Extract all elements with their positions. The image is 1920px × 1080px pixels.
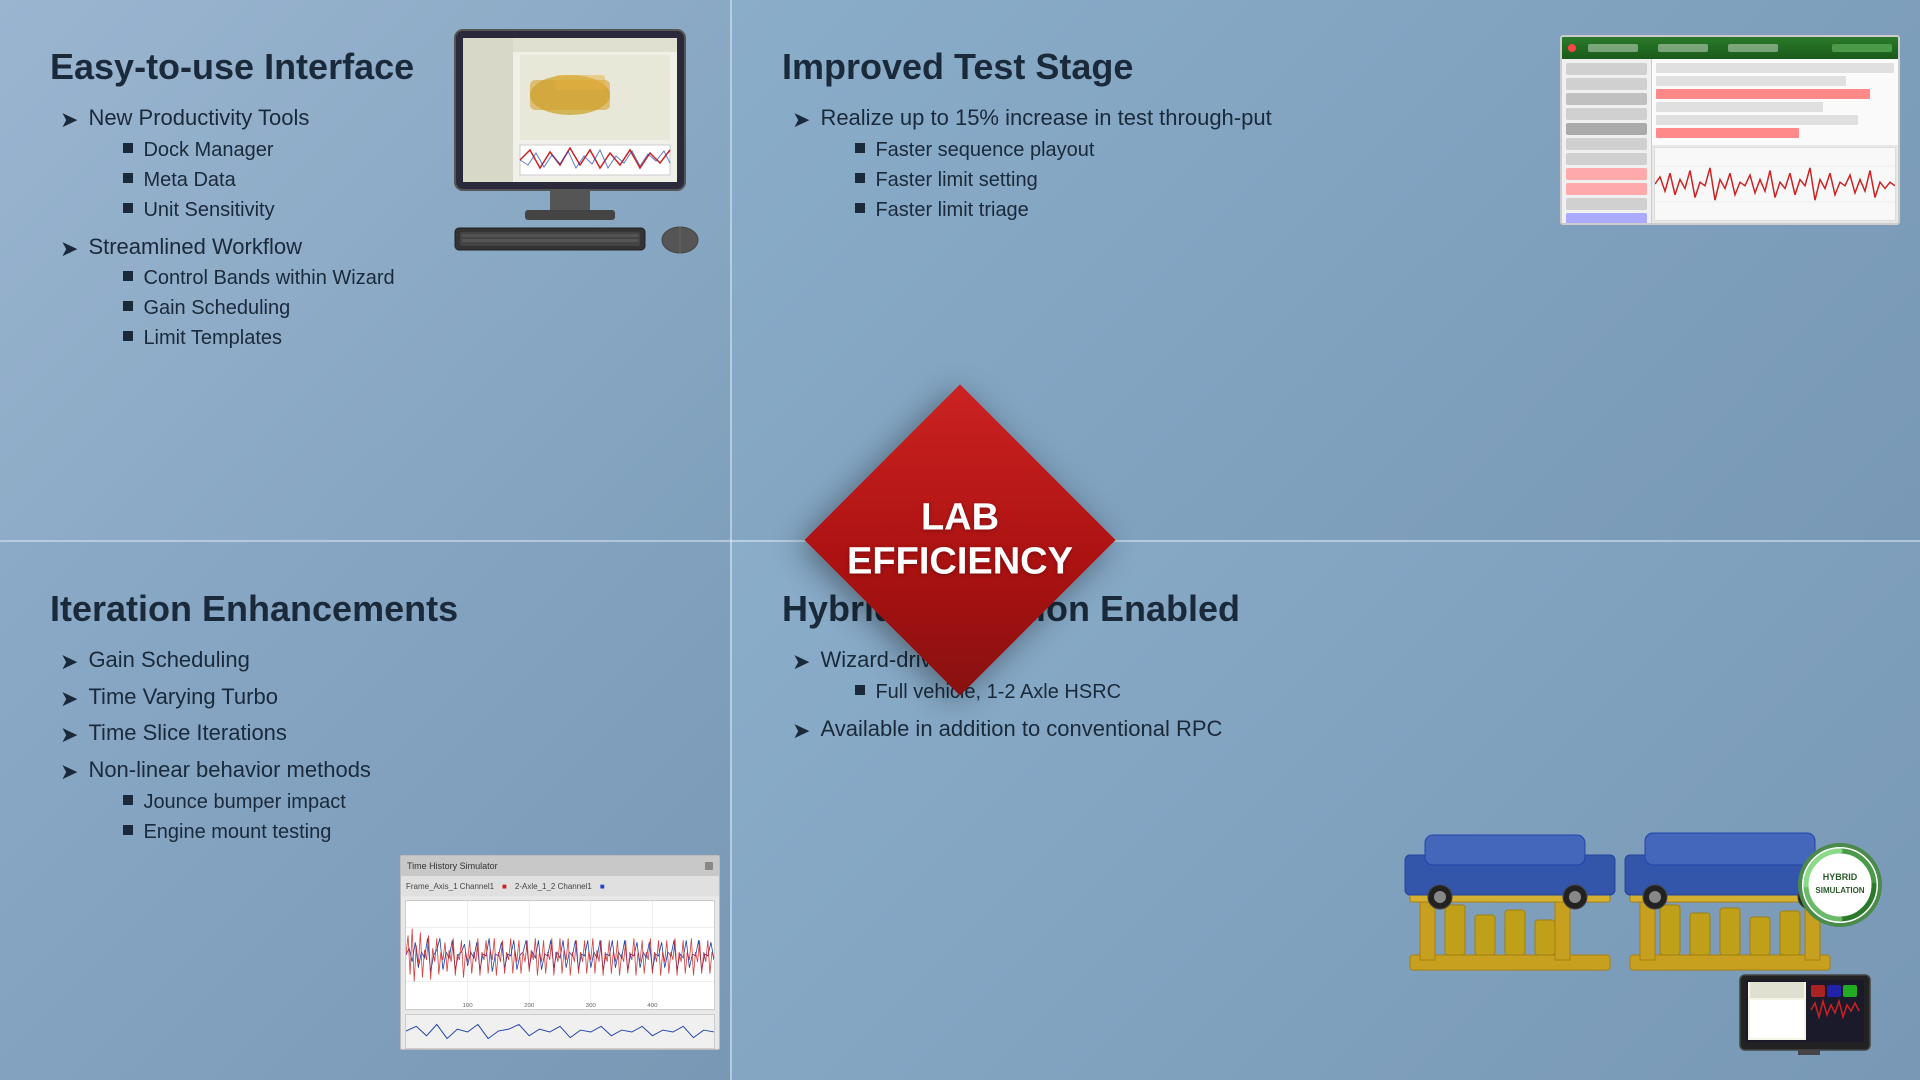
engine-mount-item: Engine mount testing (123, 819, 371, 845)
easy-to-use-interface-section: Easy-to-use Interface ➤ New Productivity… (0, 0, 730, 540)
bullet-icon (123, 301, 133, 311)
hybrid-equipment-svg: HYBRID SIMULATION (1390, 805, 1890, 1055)
diamond-text: LAB EFFICIENCY (847, 496, 1073, 583)
unit-sensitivity-item: Unit Sensitivity (123, 197, 309, 223)
dock-manager-item: Dock Manager (123, 137, 309, 163)
time-varying-item: ➤ Time Varying Turbo (60, 683, 680, 714)
limit-setting-label: Faster limit setting (875, 167, 1037, 193)
chart-small (405, 1014, 715, 1049)
diamond-shape: LAB EFFICIENCY (804, 384, 1115, 695)
bullet-icon (123, 143, 133, 153)
dock-manager-label: Dock Manager (143, 137, 273, 163)
arrow-icon-1: ➤ (60, 106, 78, 135)
svg-text:SIMULATION: SIMULATION (1815, 886, 1864, 895)
full-vehicle-item: Full vehicle, 1-2 Axle HSRC (855, 679, 1121, 705)
jounce-label: Jounce bumper impact (143, 789, 345, 815)
full-vehicle-label: Full vehicle, 1-2 Axle HSRC (875, 679, 1121, 705)
software-screenshot (1560, 35, 1900, 225)
meta-data-item: Meta Data (123, 167, 309, 193)
chart-body: 100 200 300 400 (405, 900, 715, 1010)
arrow-icon-9: ➤ (792, 717, 810, 746)
test-throughput-label: Realize up to 15% increase in test throu… (820, 105, 1271, 130)
limit-triage-item: Faster limit triage (855, 197, 1271, 223)
workflow-sub-list: Control Bands within Wizard Gain Schedul… (123, 265, 394, 351)
nonlinear-item: ➤ Non-linear behavior methods Jounce bum… (60, 756, 680, 849)
time-varying-label: Time Varying Turbo (88, 683, 278, 712)
screenshot-header (1562, 37, 1898, 59)
chart-panel: Time History Simulator Frame_Axis_1 Chan… (400, 855, 720, 1050)
bullet-icon (855, 685, 865, 695)
iteration-list: ➤ Gain Scheduling ➤ Time Varying Turbo ➤… (60, 646, 680, 848)
arrow-icon-8: ➤ (792, 648, 810, 677)
bullet-icon (123, 173, 133, 183)
chart-header: Time History Simulator (401, 856, 719, 876)
sequence-playout-label: Faster sequence playout (875, 137, 1094, 163)
bullet-icon (123, 271, 133, 281)
productivity-tools-label: New Productivity Tools (88, 105, 309, 130)
bullet-icon (123, 331, 133, 341)
screenshot-body (1562, 59, 1898, 223)
engine-mount-label: Engine mount testing (143, 819, 331, 845)
iteration-enhancements-section: Iteration Enhancements ➤ Gain Scheduling… (0, 542, 730, 1080)
screenshot-main (1652, 59, 1898, 145)
svg-text:HYBRID: HYBRID (1823, 872, 1858, 882)
gain-scheduling-label: Gain Scheduling (143, 295, 290, 321)
jounce-item: Jounce bumper impact (123, 789, 371, 815)
svg-text:400: 400 (647, 1003, 658, 1009)
arrow-icon-7: ➤ (60, 758, 78, 787)
time-slice-label: Time Slice Iterations (88, 719, 286, 748)
test-sub-list: Faster sequence playout Faster limit set… (855, 137, 1271, 223)
unit-sensitivity-label: Unit Sensitivity (143, 197, 274, 223)
bullet-icon (123, 795, 133, 805)
available-addition-item: ➤ Available in addition to conventional … (792, 715, 1870, 746)
limit-templates-item: Limit Templates (123, 325, 394, 351)
gain-scheduling-l1-item: ➤ Gain Scheduling (60, 646, 680, 677)
meta-data-label: Meta Data (143, 167, 235, 193)
lab-efficiency-diamond: LAB EFFICIENCY (820, 400, 1100, 680)
limit-templates-label: Limit Templates (143, 325, 282, 351)
svg-text:300: 300 (586, 1003, 597, 1009)
bullet-icon (855, 203, 865, 213)
nonlinear-label: Non-linear behavior methods (88, 757, 371, 782)
diamond-line1: LAB (847, 496, 1073, 540)
arrow-icon-6: ➤ (60, 721, 78, 750)
limit-triage-label: Faster limit triage (875, 197, 1028, 223)
nonlinear-sub-list: Jounce bumper impact Engine mount testin… (123, 789, 371, 845)
arrow-icon-2: ➤ (60, 235, 78, 264)
svg-text:100: 100 (462, 1003, 473, 1009)
bullet-icon (123, 203, 133, 213)
arrow-icon-4: ➤ (60, 648, 78, 677)
streamlined-workflow-label: Streamlined Workflow (88, 234, 302, 259)
gain-scheduling-item: Gain Scheduling (123, 295, 394, 321)
monitor-illustration (425, 20, 715, 265)
arrow-icon-3: ➤ (792, 106, 810, 135)
iteration-title: Iteration Enhancements (50, 587, 680, 630)
monitor-svg (425, 20, 715, 260)
hybrid-panel: HYBRID SIMULATION (1340, 795, 1900, 1065)
time-slice-item: ➤ Time Slice Iterations (60, 719, 680, 750)
bullet-icon (855, 143, 865, 153)
close-dot (1568, 44, 1576, 52)
diamond-line2: EFFICIENCY (847, 540, 1073, 584)
control-bands-label: Control Bands within Wizard (143, 265, 394, 291)
control-bands-item: Control Bands within Wizard (123, 265, 394, 291)
productivity-sub-list: Dock Manager Meta Data Unit Sensitivity (123, 137, 309, 223)
bullet-icon (855, 173, 865, 183)
screenshot-sidebar (1562, 59, 1652, 223)
bullet-icon (123, 825, 133, 835)
available-addition-label: Available in addition to conventional RP… (820, 715, 1222, 744)
limit-setting-item: Faster limit setting (855, 167, 1271, 193)
svg-text:200: 200 (524, 1003, 535, 1009)
wizard-sub-list: Full vehicle, 1-2 Axle HSRC (855, 679, 1121, 705)
vertical-divider (730, 0, 732, 1080)
gain-scheduling-l1-label: Gain Scheduling (88, 646, 249, 675)
arrow-icon-5: ➤ (60, 685, 78, 714)
sequence-playout-item: Faster sequence playout (855, 137, 1271, 163)
